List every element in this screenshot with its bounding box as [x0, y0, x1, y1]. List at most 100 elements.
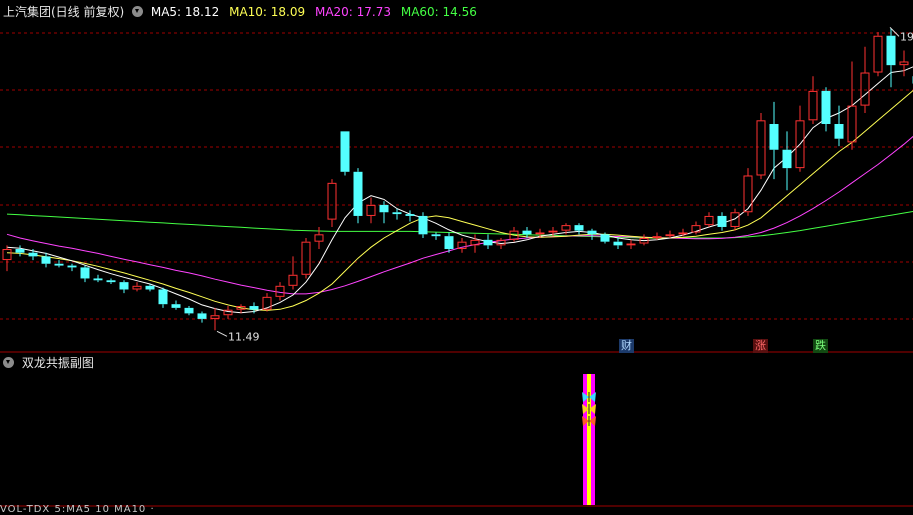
candle[interactable]	[133, 282, 141, 291]
candle[interactable]	[822, 87, 831, 131]
candle[interactable]	[3, 245, 11, 271]
candle[interactable]	[341, 131, 350, 175]
candle-body-down	[406, 214, 415, 216]
candle[interactable]	[679, 229, 687, 236]
candle[interactable]	[783, 131, 792, 190]
ma20-label: MA20: 17.73	[315, 5, 391, 19]
candle-body-down	[432, 234, 441, 236]
candle-body-down	[146, 286, 155, 290]
candle[interactable]	[796, 106, 804, 172]
candle[interactable]	[406, 210, 415, 221]
candle-body-down	[835, 124, 844, 139]
candle-body-down	[354, 172, 363, 216]
candle-body-down	[94, 278, 103, 280]
candle[interactable]	[172, 301, 181, 310]
candle-body-down	[718, 216, 727, 227]
chevron-down-icon[interactable]	[3, 357, 14, 368]
chevron-down-icon[interactable]	[132, 6, 143, 17]
candle-body-up	[679, 233, 687, 234]
badge-cai[interactable]: 财	[619, 339, 634, 353]
signal-indicator	[582, 374, 596, 505]
candle-body-up	[367, 205, 375, 215]
candle-body-down	[250, 306, 259, 310]
candle[interactable]	[432, 232, 441, 239]
candle-body-up	[705, 216, 713, 224]
candle-body-down	[523, 231, 532, 235]
candle[interactable]	[653, 232, 661, 239]
candle[interactable]	[458, 238, 466, 253]
candle[interactable]	[315, 227, 323, 249]
candle[interactable]	[185, 306, 194, 315]
candle-body-up	[133, 286, 141, 289]
candle[interactable]	[770, 102, 779, 179]
candle-body-down	[120, 282, 129, 289]
candle[interactable]	[276, 282, 284, 300]
candle[interactable]	[692, 221, 700, 234]
candle[interactable]	[640, 234, 648, 245]
candle-body-up	[276, 286, 284, 296]
candle-body-up	[302, 242, 310, 274]
candle[interactable]	[302, 238, 310, 278]
sub-panel-title: 双龙共振副图	[22, 356, 94, 370]
candle[interactable]	[900, 50, 908, 76]
candle-body-up	[328, 183, 336, 219]
candle[interactable]	[42, 253, 51, 268]
candle[interactable]	[718, 212, 727, 230]
candle-body-up	[3, 250, 11, 260]
stock-title: 上汽集团(日线 前复权)	[3, 5, 124, 19]
kline-chart[interactable]: 11.4919.7	[0, 0, 913, 511]
candle[interactable]	[367, 198, 375, 224]
candle[interactable]	[887, 28, 896, 87]
candle[interactable]	[809, 76, 817, 124]
candle-body-down	[601, 234, 610, 241]
sub-panel-header: 双龙共振副图	[3, 354, 94, 372]
candle[interactable]	[159, 288, 168, 308]
candle[interactable]	[757, 113, 765, 179]
candle[interactable]	[471, 234, 479, 252]
candle-body-up	[289, 275, 297, 285]
candle[interactable]	[263, 293, 271, 311]
candle[interactable]	[289, 256, 297, 289]
candle-body-down	[159, 289, 168, 304]
candle[interactable]	[419, 212, 428, 238]
candle-body-up	[874, 36, 882, 72]
candle[interactable]	[874, 32, 882, 76]
candle-body-down	[341, 131, 350, 171]
badge-zhang[interactable]: 涨	[753, 339, 768, 353]
badge-die[interactable]: 跌	[813, 339, 828, 353]
candle[interactable]	[861, 47, 869, 113]
candle[interactable]	[55, 260, 64, 267]
candle-body-up	[549, 231, 557, 232]
ma20-line	[7, 133, 913, 294]
candle[interactable]	[198, 312, 207, 323]
candle-body-up	[666, 235, 674, 236]
candles-group[interactable]	[3, 28, 913, 330]
candle-body-down	[484, 240, 493, 246]
butterfly-icon	[582, 416, 596, 426]
candle-body-down	[198, 313, 207, 319]
ma60-label: MA60: 14.56	[401, 5, 477, 19]
candle[interactable]	[120, 280, 129, 293]
candle-body-down	[55, 264, 64, 266]
candle[interactable]	[81, 266, 90, 283]
candle-body-up	[848, 106, 856, 142]
candle-body-up	[211, 316, 219, 319]
candle-body-down	[107, 280, 116, 282]
candle[interactable]	[575, 223, 584, 234]
candle[interactable]	[848, 61, 856, 149]
candle[interactable]	[328, 179, 336, 227]
candle[interactable]	[224, 306, 232, 319]
candle[interactable]	[627, 240, 635, 249]
candle[interactable]	[354, 168, 363, 223]
candle[interactable]	[705, 212, 713, 227]
candle[interactable]	[614, 238, 623, 249]
candle[interactable]	[107, 278, 116, 284]
candle[interactable]	[94, 275, 103, 282]
candle-body-up	[653, 237, 661, 238]
candle[interactable]	[484, 234, 493, 249]
candle[interactable]	[68, 264, 77, 271]
candle-body-up	[861, 73, 869, 105]
candle-body-down	[68, 266, 77, 268]
candle[interactable]	[16, 245, 25, 256]
high-price-label: 19.7	[900, 30, 913, 43]
